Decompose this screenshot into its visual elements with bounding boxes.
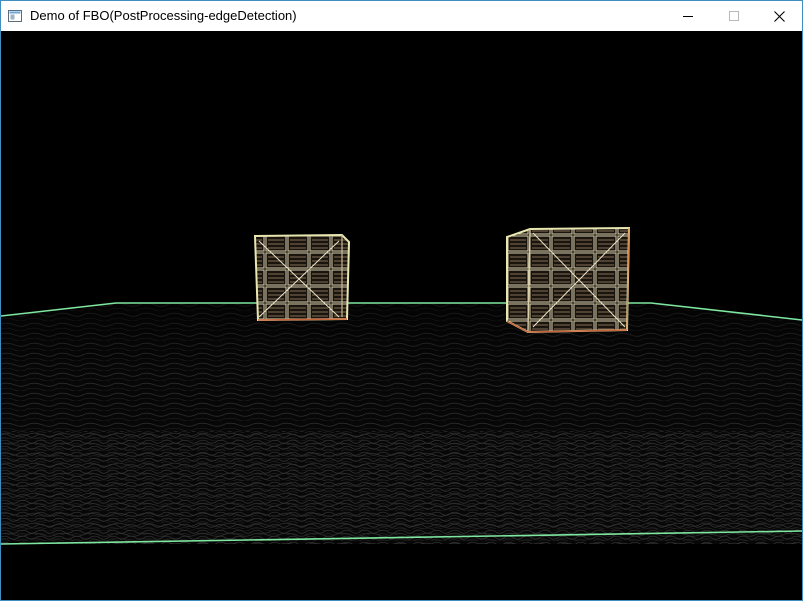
render-viewport[interactable] — [1, 31, 802, 600]
maximize-button[interactable] — [711, 1, 757, 31]
close-icon — [773, 10, 785, 22]
minimize-icon — [683, 11, 693, 21]
title-bar[interactable]: Demo of FBO(PostProcessing-edgeDetection… — [1, 1, 802, 31]
maximize-icon — [729, 11, 739, 21]
crate-left — [253, 233, 351, 322]
app-window-icon — [8, 9, 22, 22]
edge-detection-scene — [1, 226, 802, 545]
window-title: Demo of FBO(PostProcessing-edgeDetection… — [30, 8, 297, 23]
close-button[interactable] — [756, 1, 802, 31]
crate-right — [506, 226, 631, 334]
app-window: Demo of FBO(PostProcessing-edgeDetection… — [0, 0, 803, 601]
ground-plane — [1, 302, 802, 545]
minimize-button[interactable] — [665, 1, 711, 31]
